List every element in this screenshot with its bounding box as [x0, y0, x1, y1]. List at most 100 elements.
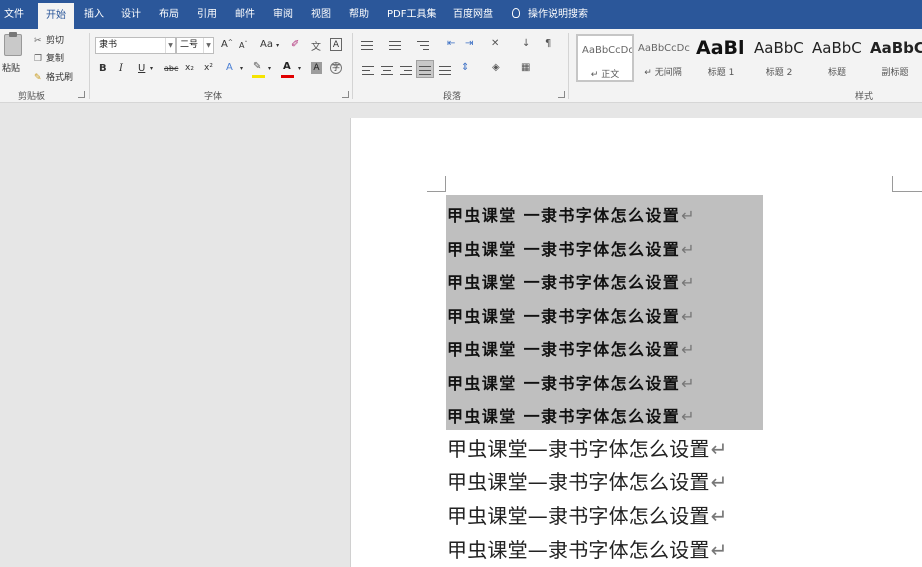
- paragraph-mark-icon: ↵: [681, 407, 696, 426]
- tab-references[interactable]: 引用: [197, 0, 217, 29]
- paste-icon: [4, 32, 22, 56]
- chevron-down-icon[interactable]: ▾: [240, 65, 243, 72]
- document-line[interactable]: 甲虫课堂—隶书字体怎么设置↵: [447, 500, 728, 529]
- tab-mailings[interactable]: 邮件: [235, 0, 255, 29]
- lightbulb-icon: [512, 8, 520, 18]
- subscript-button[interactable]: x₂: [185, 63, 194, 73]
- crop-mark: [892, 176, 893, 192]
- format-painter-button[interactable]: ✎ 格式刷: [34, 70, 73, 83]
- phonetic-guide-icon[interactable]: 文: [311, 38, 321, 53]
- increase-indent-icon[interactable]: ⇥: [465, 38, 473, 49]
- paragraph-group-label: 段落: [443, 92, 462, 102]
- shrink-font-button[interactable]: Aˇ: [239, 41, 247, 50]
- document-line-selected[interactable]: 甲虫课堂 一隶书字体怎么设置↵: [447, 236, 696, 260]
- crop-mark: [427, 191, 446, 192]
- align-center-icon[interactable]: [381, 65, 393, 75]
- clear-formatting-icon[interactable]: ✐: [291, 39, 299, 50]
- style-no-spacing[interactable]: AaBbCcDc ↵ 无间隔: [634, 34, 692, 82]
- font-name-combo[interactable]: 隶书 ▼: [95, 37, 176, 54]
- paste-button[interactable]: 粘贴: [0, 29, 26, 85]
- strikethrough-button[interactable]: abc: [164, 64, 178, 73]
- document-line-selected[interactable]: 甲虫课堂 一隶书字体怎么设置↵: [447, 370, 696, 394]
- copy-button[interactable]: ❐ 复制: [34, 51, 64, 64]
- document-line-selected[interactable]: 甲虫课堂 一隶书字体怎么设置↵: [447, 403, 696, 427]
- document-line-selected[interactable]: 甲虫课堂 一隶书字体怎么设置↵: [447, 336, 696, 360]
- tab-file[interactable]: 文件: [4, 0, 24, 29]
- style-subtitle[interactable]: AaBbC 副标题: [866, 34, 922, 82]
- line-text: 甲虫课堂 一隶书字体怎么设置: [447, 407, 681, 426]
- bullets-icon[interactable]: [361, 40, 373, 50]
- document-line-selected[interactable]: 甲虫课堂 一隶书字体怎么设置↵: [447, 269, 696, 293]
- style-heading-1[interactable]: AaBl 标题 1: [692, 34, 750, 82]
- character-border-icon[interactable]: A: [330, 38, 342, 51]
- paragraph-dialog-launcher-icon[interactable]: [558, 91, 565, 98]
- document-line-selected[interactable]: 甲虫课堂 一隶书字体怎么设置↵: [447, 303, 696, 327]
- tab-pdf-tools[interactable]: PDF工具集: [387, 0, 436, 29]
- line-spacing-icon[interactable]: ⇕: [461, 62, 469, 73]
- underline-button[interactable]: U: [138, 63, 145, 74]
- grow-font-button[interactable]: A^: [221, 39, 233, 50]
- document-line[interactable]: 甲虫课堂—隶书字体怎么设置↵: [447, 433, 728, 462]
- superscript-button[interactable]: x²: [204, 63, 213, 73]
- style-name: 标题: [827, 68, 846, 78]
- change-case-label: Aa: [260, 39, 273, 50]
- tab-help[interactable]: 帮助: [349, 0, 369, 29]
- align-right-icon[interactable]: [400, 65, 412, 75]
- tab-insert[interactable]: 插入: [84, 0, 104, 29]
- style-sample: AaBbC: [812, 39, 862, 57]
- style-title[interactable]: AaBbC 标题: [808, 34, 866, 82]
- group-separator: [89, 33, 90, 99]
- enclose-characters-icon[interactable]: 字: [330, 62, 342, 74]
- document-line-selected[interactable]: 甲虫课堂 一隶书字体怎么设置↵: [447, 202, 696, 226]
- style-sample: AaBl: [696, 37, 745, 59]
- multilevel-list-icon[interactable]: [417, 40, 429, 50]
- tell-me-search[interactable]: 操作说明搜索: [512, 0, 588, 29]
- line-text: 甲虫课堂 一隶书字体怎么设置: [447, 307, 681, 326]
- line-text: 甲虫课堂 一隶书字体怎么设置: [447, 206, 681, 225]
- chevron-down-icon[interactable]: ▾: [298, 65, 301, 72]
- numbering-icon[interactable]: [389, 40, 401, 50]
- highlight-color-bar: [252, 75, 265, 78]
- font-size-combo[interactable]: 二号 ▼: [176, 37, 214, 54]
- distributed-icon[interactable]: [439, 65, 451, 75]
- copy-label: 复制: [46, 54, 65, 64]
- tab-baidu-netdisk[interactable]: 百度网盘: [453, 0, 493, 29]
- tab-layout[interactable]: 布局: [159, 0, 179, 29]
- line-text: 甲虫课堂 一隶书字体怎么设置: [447, 374, 681, 393]
- justify-button[interactable]: [416, 60, 434, 78]
- bold-button[interactable]: B: [99, 63, 107, 74]
- style-name: ↵ 正文: [590, 70, 620, 80]
- style-name: 标题 1: [707, 68, 735, 78]
- document-line[interactable]: 甲虫课堂—隶书字体怎么设置↵: [447, 534, 728, 563]
- character-shading-button[interactable]: A: [311, 62, 322, 74]
- highlighter-icon[interactable]: ✎: [253, 61, 261, 72]
- asian-layout-icon[interactable]: ✕: [491, 38, 499, 49]
- chevron-down-icon[interactable]: ▼: [203, 38, 213, 53]
- style-heading-2[interactable]: AaBbC 标题 2: [750, 34, 808, 82]
- group-separator: [568, 33, 569, 99]
- tab-home[interactable]: 开始: [38, 3, 74, 29]
- text-effects-icon[interactable]: A: [226, 62, 233, 73]
- font-dialog-launcher-icon[interactable]: [342, 91, 349, 98]
- document-line[interactable]: 甲虫课堂—隶书字体怎么设置↵: [447, 466, 728, 495]
- font-color-button[interactable]: A: [283, 61, 291, 72]
- style-normal[interactable]: AaBbCcDc ↵ 正文: [576, 34, 634, 82]
- borders-icon[interactable]: ▦: [521, 62, 530, 73]
- line-text: 甲虫课堂—隶书字体怎么设置: [447, 504, 710, 528]
- tab-view[interactable]: 视图: [311, 0, 331, 29]
- decrease-indent-icon[interactable]: ⇤: [447, 38, 455, 49]
- clipboard-dialog-launcher-icon[interactable]: [78, 91, 85, 98]
- crop-mark: [892, 191, 922, 192]
- underline-dropdown-icon[interactable]: ▾: [150, 65, 153, 72]
- chevron-down-icon[interactable]: ▼: [165, 38, 175, 53]
- cut-button[interactable]: ✂ 剪切: [34, 33, 64, 46]
- show-formatting-marks-icon[interactable]: ¶: [545, 38, 551, 49]
- change-case-button[interactable]: Aa ▾: [260, 39, 279, 50]
- tab-design[interactable]: 设计: [121, 0, 141, 29]
- chevron-down-icon[interactable]: ▾: [268, 65, 271, 72]
- tab-review[interactable]: 审阅: [273, 0, 293, 29]
- sort-icon[interactable]: ↓: [522, 38, 530, 49]
- italic-button[interactable]: I: [119, 63, 123, 74]
- align-left-icon[interactable]: [362, 65, 374, 75]
- shading-icon[interactable]: ◈: [492, 62, 500, 73]
